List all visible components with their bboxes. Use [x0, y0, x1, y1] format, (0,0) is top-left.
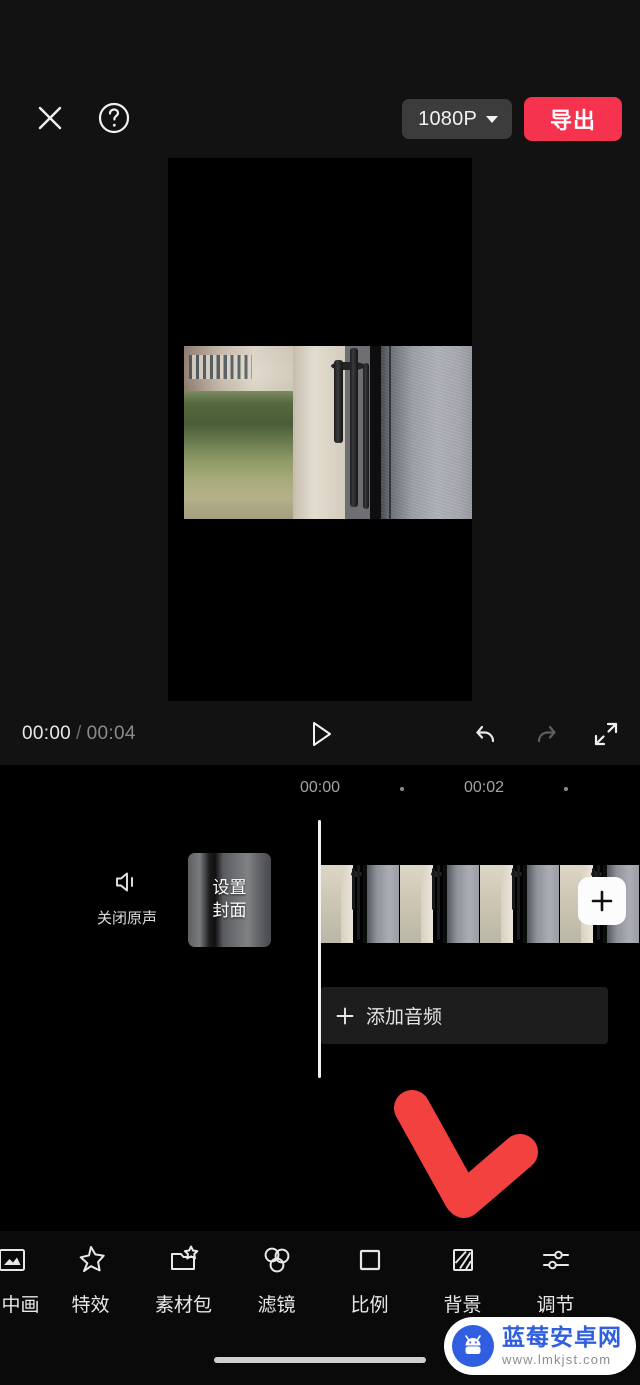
set-cover-line2: 封面 [212, 901, 247, 920]
ruler-tick-label: 00:02 [463, 779, 505, 796]
clip-thumbnail [480, 865, 560, 943]
toolbar-label-effects: 特效 [71, 1295, 110, 1316]
aspect-ratio-square-icon [353, 1243, 387, 1277]
material-pack-icon [167, 1243, 201, 1277]
plus-icon [589, 888, 615, 914]
toolbar-item-picture-in-picture[interactable]: 画中画 [0, 1243, 44, 1317]
toolbar-label-adjust: 调节 [536, 1295, 575, 1316]
watermark-title: 蓝莓安卓网 [502, 1324, 622, 1350]
time-readout: 00:00/00:04 [22, 723, 136, 745]
ruler-tick-dot [564, 787, 568, 791]
chevron-down-icon [486, 115, 498, 123]
toolbar-label-filter: 滤镜 [257, 1295, 296, 1316]
close-icon[interactable] [28, 96, 72, 140]
redo-icon[interactable] [528, 716, 564, 752]
toolbar-item-adjust[interactable]: 调节 [509, 1243, 602, 1317]
player-right-actions [468, 716, 624, 752]
watermark: 蓝莓安卓网 www.lmkjst.com [444, 1317, 636, 1375]
resolution-label: 1080P [418, 107, 477, 130]
adjust-sliders-icon [539, 1243, 573, 1277]
player-controls-bar: 00:00/00:04 [0, 703, 640, 765]
watermark-text: 蓝莓安卓网 www.lmkjst.com [502, 1324, 622, 1367]
total-duration: 00:04 [86, 723, 136, 744]
clip-thumbnail [320, 865, 400, 943]
top-bar: 1080P 导出 [0, 0, 640, 158]
plus-icon [335, 1006, 355, 1026]
toolbar-item-background[interactable]: 背景 [416, 1243, 509, 1317]
export-button-label: 导出 [549, 108, 596, 133]
ruler-tick-dot [400, 787, 404, 791]
toolbar-label-background: 背景 [443, 1295, 482, 1316]
set-cover-line1: 设置 [212, 878, 247, 898]
timeline-area[interactable]: 00:00 00:02 关闭原声 设置 封面 添加音频 [0, 765, 640, 1231]
watermark-url: www.lmkjst.com [502, 1352, 612, 1367]
add-audio-label: 添加音频 [366, 1007, 443, 1028]
time-separator: / [76, 723, 82, 744]
toolbar-item-effects[interactable]: 特效 [44, 1243, 137, 1317]
current-time: 00:00 [22, 723, 72, 744]
fullscreen-icon[interactable] [588, 716, 624, 752]
bottom-toolbar: 画中画 特效 素材包 [0, 1231, 640, 1329]
toolbar-label-aspect-ratio: 比例 [350, 1295, 389, 1316]
video-editor-screen: 1080P 导出 00:00 / 00:04 00:00 00:02 关闭原声 … [0, 0, 640, 1385]
clip-thumbnail [400, 865, 480, 943]
home-indicator [214, 1357, 426, 1363]
toolbar-label-picture-in-picture: 画中画 [0, 1295, 40, 1316]
mute-original-audio-label: 关闭原声 [97, 910, 158, 927]
video-frame-image [184, 346, 472, 519]
add-clip-button[interactable] [578, 877, 626, 925]
toolbar-item-filter[interactable]: 滤镜 [230, 1243, 323, 1317]
timeline-ruler: 00:00 00:02 [0, 775, 640, 809]
play-button[interactable] [300, 714, 340, 754]
toolbar-label-material-pack: 素材包 [154, 1295, 212, 1316]
mute-original-audio-button[interactable]: 关闭原声 [97, 867, 157, 928]
question-mark-circle-icon[interactable] [92, 96, 136, 140]
preview-area [0, 158, 640, 703]
add-audio-track-button[interactable]: 添加音频 [320, 987, 608, 1044]
toolbar-item-aspect-ratio[interactable]: 比例 [323, 1243, 416, 1317]
undo-icon[interactable] [468, 716, 504, 752]
toolbar-item-material-pack[interactable]: 素材包 [137, 1243, 230, 1317]
video-preview-canvas[interactable] [168, 158, 472, 701]
export-button[interactable]: 导出 [524, 97, 622, 141]
playhead-handle[interactable] [318, 820, 321, 1078]
speaker-icon [112, 867, 142, 897]
star-effects-icon [74, 1243, 108, 1277]
background-hatch-icon [446, 1243, 480, 1277]
android-robot-icon [452, 1325, 494, 1367]
ruler-tick-label: 00:00 [299, 779, 341, 796]
resolution-dropdown[interactable]: 1080P [402, 99, 512, 139]
picture-in-picture-icon [0, 1243, 29, 1277]
set-cover-button[interactable]: 设置 封面 [188, 853, 271, 947]
filter-circles-icon [260, 1243, 294, 1277]
